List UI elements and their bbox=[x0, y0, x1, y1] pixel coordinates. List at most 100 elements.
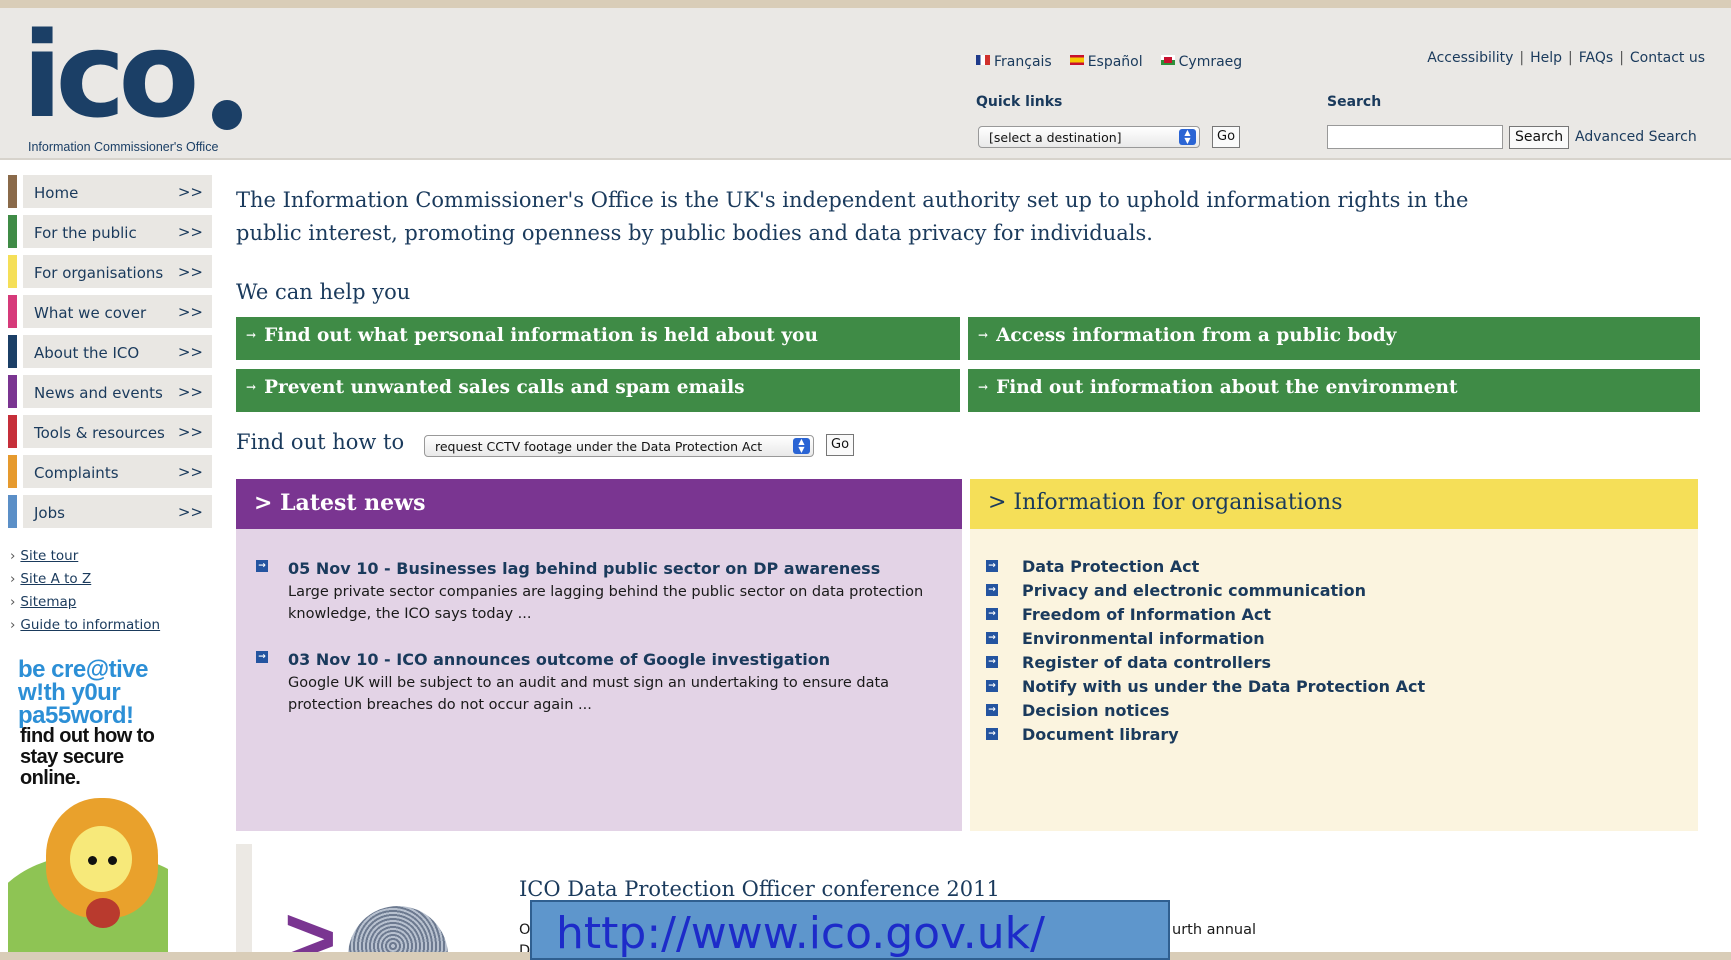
conference-text-fragment: urth annual bbox=[1172, 922, 1257, 938]
nav-item-label: About the ICO bbox=[34, 344, 140, 362]
nav-color-bar bbox=[8, 295, 17, 328]
arrow-right-icon: → bbox=[978, 380, 989, 394]
latest-news-panel: > Latest news → 05 Nov 10 - Businesses l… bbox=[236, 479, 962, 831]
character-eye bbox=[108, 856, 117, 865]
nav-item-for-organisations[interactable]: For organisations >> bbox=[8, 255, 212, 288]
help-button-label: Find out what personal information is he… bbox=[264, 325, 818, 346]
arrow-right-icon: → bbox=[246, 380, 257, 394]
nav-item-about-the-ico[interactable]: About the ICO >> bbox=[8, 335, 212, 368]
help-link[interactable]: Help bbox=[1530, 50, 1562, 66]
guide-to-information-link[interactable]: Guide to information bbox=[20, 617, 160, 633]
nav-item-home[interactable]: Home >> bbox=[8, 175, 212, 208]
logo-dot bbox=[212, 100, 242, 130]
org-link-register[interactable]: → Register of data controllers bbox=[986, 653, 1425, 677]
help-button-spam[interactable]: → Prevent unwanted sales calls and spam e… bbox=[236, 369, 960, 412]
org-link-data-protection-act[interactable]: → Data Protection Act bbox=[986, 557, 1425, 581]
nav-item-label: Home bbox=[34, 184, 79, 202]
org-link-notify[interactable]: → Notify with us under the Data Protectio… bbox=[986, 677, 1425, 701]
help-button-personal-info[interactable]: → Find out what personal information is h… bbox=[236, 317, 960, 360]
nav-item-news-and-events[interactable]: News and events >> bbox=[8, 375, 212, 408]
org-link-label: Freedom of Information Act bbox=[1022, 605, 1271, 624]
nav-item-label: Jobs bbox=[34, 504, 65, 522]
chevron-right-icon: >> bbox=[177, 423, 203, 441]
nav-item-jobs[interactable]: Jobs >> bbox=[8, 495, 212, 528]
separator: | bbox=[1568, 50, 1573, 66]
site-tour-link[interactable]: Site tour bbox=[20, 548, 78, 564]
latest-news-heading[interactable]: > Latest news bbox=[236, 479, 962, 529]
nav-item-complaints[interactable]: Complaints >> bbox=[8, 455, 212, 488]
nav-item-tools-resources[interactable]: Tools & resources >> bbox=[8, 415, 212, 448]
nav-item-label: Complaints bbox=[34, 464, 119, 482]
org-link-environmental[interactable]: → Environmental information bbox=[986, 629, 1425, 653]
organisations-heading[interactable]: > Information for organisations bbox=[970, 479, 1698, 529]
logo-mark: ico bbox=[22, 8, 199, 144]
main-nav: Home >> For the public >> For organisation… bbox=[8, 175, 212, 535]
character-face bbox=[70, 826, 132, 892]
find-out-select[interactable]: request CCTV footage under the Data Prot… bbox=[424, 435, 814, 457]
find-out-go-button[interactable]: Go bbox=[826, 434, 855, 456]
search-input[interactable] bbox=[1327, 125, 1503, 149]
top-links: Accessibility | Help | FAQs | Contact us bbox=[1427, 50, 1705, 66]
arrow-right-icon: → bbox=[246, 328, 257, 342]
promo-headline: be cre@tive w!th y0ur pa55word! bbox=[18, 656, 148, 729]
quick-links-select[interactable]: [select a destination] ▲ ▼ bbox=[978, 126, 1200, 148]
chevron-right-icon: › bbox=[10, 571, 16, 587]
org-link-privacy[interactable]: → Privacy and electronic communication bbox=[986, 581, 1425, 605]
chevron-right-icon: › bbox=[10, 548, 16, 564]
org-link-label: Environmental information bbox=[1022, 629, 1265, 648]
ico-logo[interactable]: ico Information Commissioner's Office bbox=[22, 8, 242, 154]
news-title-link[interactable]: 05 Nov 10 - Businesses lag behind public… bbox=[288, 559, 948, 578]
org-link-label: Decision notices bbox=[1022, 701, 1170, 720]
nav-color-bar bbox=[8, 415, 17, 448]
bullet-arrow-icon: → bbox=[986, 728, 998, 740]
org-link-foi-act[interactable]: → Freedom of Information Act bbox=[986, 605, 1425, 629]
utility-item: › Site A to Z bbox=[10, 571, 160, 594]
news-summary: Google UK will be subject to an audit an… bbox=[288, 675, 890, 713]
promo-subline: find out how to stay secure online. bbox=[20, 725, 155, 789]
org-link-decision-notices[interactable]: → Decision notices bbox=[986, 701, 1425, 725]
nav-color-bar bbox=[8, 495, 17, 528]
help-button-environment[interactable]: → Find out information about the environm… bbox=[968, 369, 1700, 412]
org-link-label: Register of data controllers bbox=[1022, 653, 1272, 672]
select-arrows-icon: ▲ ▼ bbox=[793, 438, 810, 454]
quick-links-label: Quick links bbox=[976, 94, 1063, 110]
bullet-arrow-icon: → bbox=[986, 704, 998, 716]
bullet-arrow-icon: → bbox=[986, 656, 998, 668]
lang-francais[interactable]: Français bbox=[976, 54, 1052, 70]
chevron-right-icon: >> bbox=[177, 303, 203, 321]
microphone-icon bbox=[348, 906, 448, 952]
quick-links-go-button[interactable]: Go bbox=[1212, 126, 1241, 148]
nav-item-for-the-public[interactable]: For the public >> bbox=[8, 215, 212, 248]
bullet-arrow-icon: → bbox=[256, 651, 268, 663]
advanced-search-link[interactable]: Advanced Search bbox=[1575, 129, 1697, 145]
contact-us-link[interactable]: Contact us bbox=[1630, 50, 1705, 66]
faqs-link[interactable]: FAQs bbox=[1579, 50, 1613, 66]
bullet-arrow-icon: → bbox=[256, 560, 268, 572]
lang-cymraeg[interactable]: Cymraeg bbox=[1160, 54, 1242, 70]
lang-espanol[interactable]: Español bbox=[1069, 54, 1143, 70]
chevron-right-icon: >> bbox=[177, 463, 203, 481]
organisations-panel: > Information for organisations → Data Pr… bbox=[970, 479, 1698, 831]
chevron-right-icon: >> bbox=[177, 183, 203, 201]
nav-item-what-we-cover[interactable]: What we cover >> bbox=[8, 295, 212, 328]
site-a-to-z-link[interactable]: Site A to Z bbox=[20, 571, 91, 587]
conference-title-link[interactable]: ICO Data Protection Officer conference 2… bbox=[519, 877, 1000, 901]
character-body bbox=[86, 898, 120, 928]
search-button[interactable]: Search bbox=[1509, 126, 1570, 149]
news-title-link[interactable]: 03 Nov 10 - ICO announces outcome of Goo… bbox=[288, 650, 948, 669]
sitemap-link[interactable]: Sitemap bbox=[20, 594, 76, 610]
bullet-arrow-icon: → bbox=[986, 608, 998, 620]
intro-text: The Information Commissioner's Office is… bbox=[236, 188, 1469, 245]
chevron-right-icon: › bbox=[10, 594, 16, 610]
nav-item-label: Tools & resources bbox=[34, 424, 165, 442]
chevron-graphic-icon: > bbox=[284, 889, 337, 952]
password-promo-banner[interactable]: be cre@tive w!th y0ur pa55word! find out… bbox=[8, 648, 168, 952]
news-summary: Large private sector companies are laggi… bbox=[288, 584, 924, 622]
accessibility-link[interactable]: Accessibility bbox=[1427, 50, 1513, 66]
nav-color-bar bbox=[8, 255, 17, 288]
conference-text-fragment: O bbox=[519, 922, 531, 938]
org-link-document-library[interactable]: → Document library bbox=[986, 725, 1425, 749]
help-button-public-body[interactable]: → Access information from a public body bbox=[968, 317, 1700, 360]
help-button-label: Find out information about the environme… bbox=[996, 377, 1458, 398]
bullet-arrow-icon: → bbox=[986, 584, 998, 596]
